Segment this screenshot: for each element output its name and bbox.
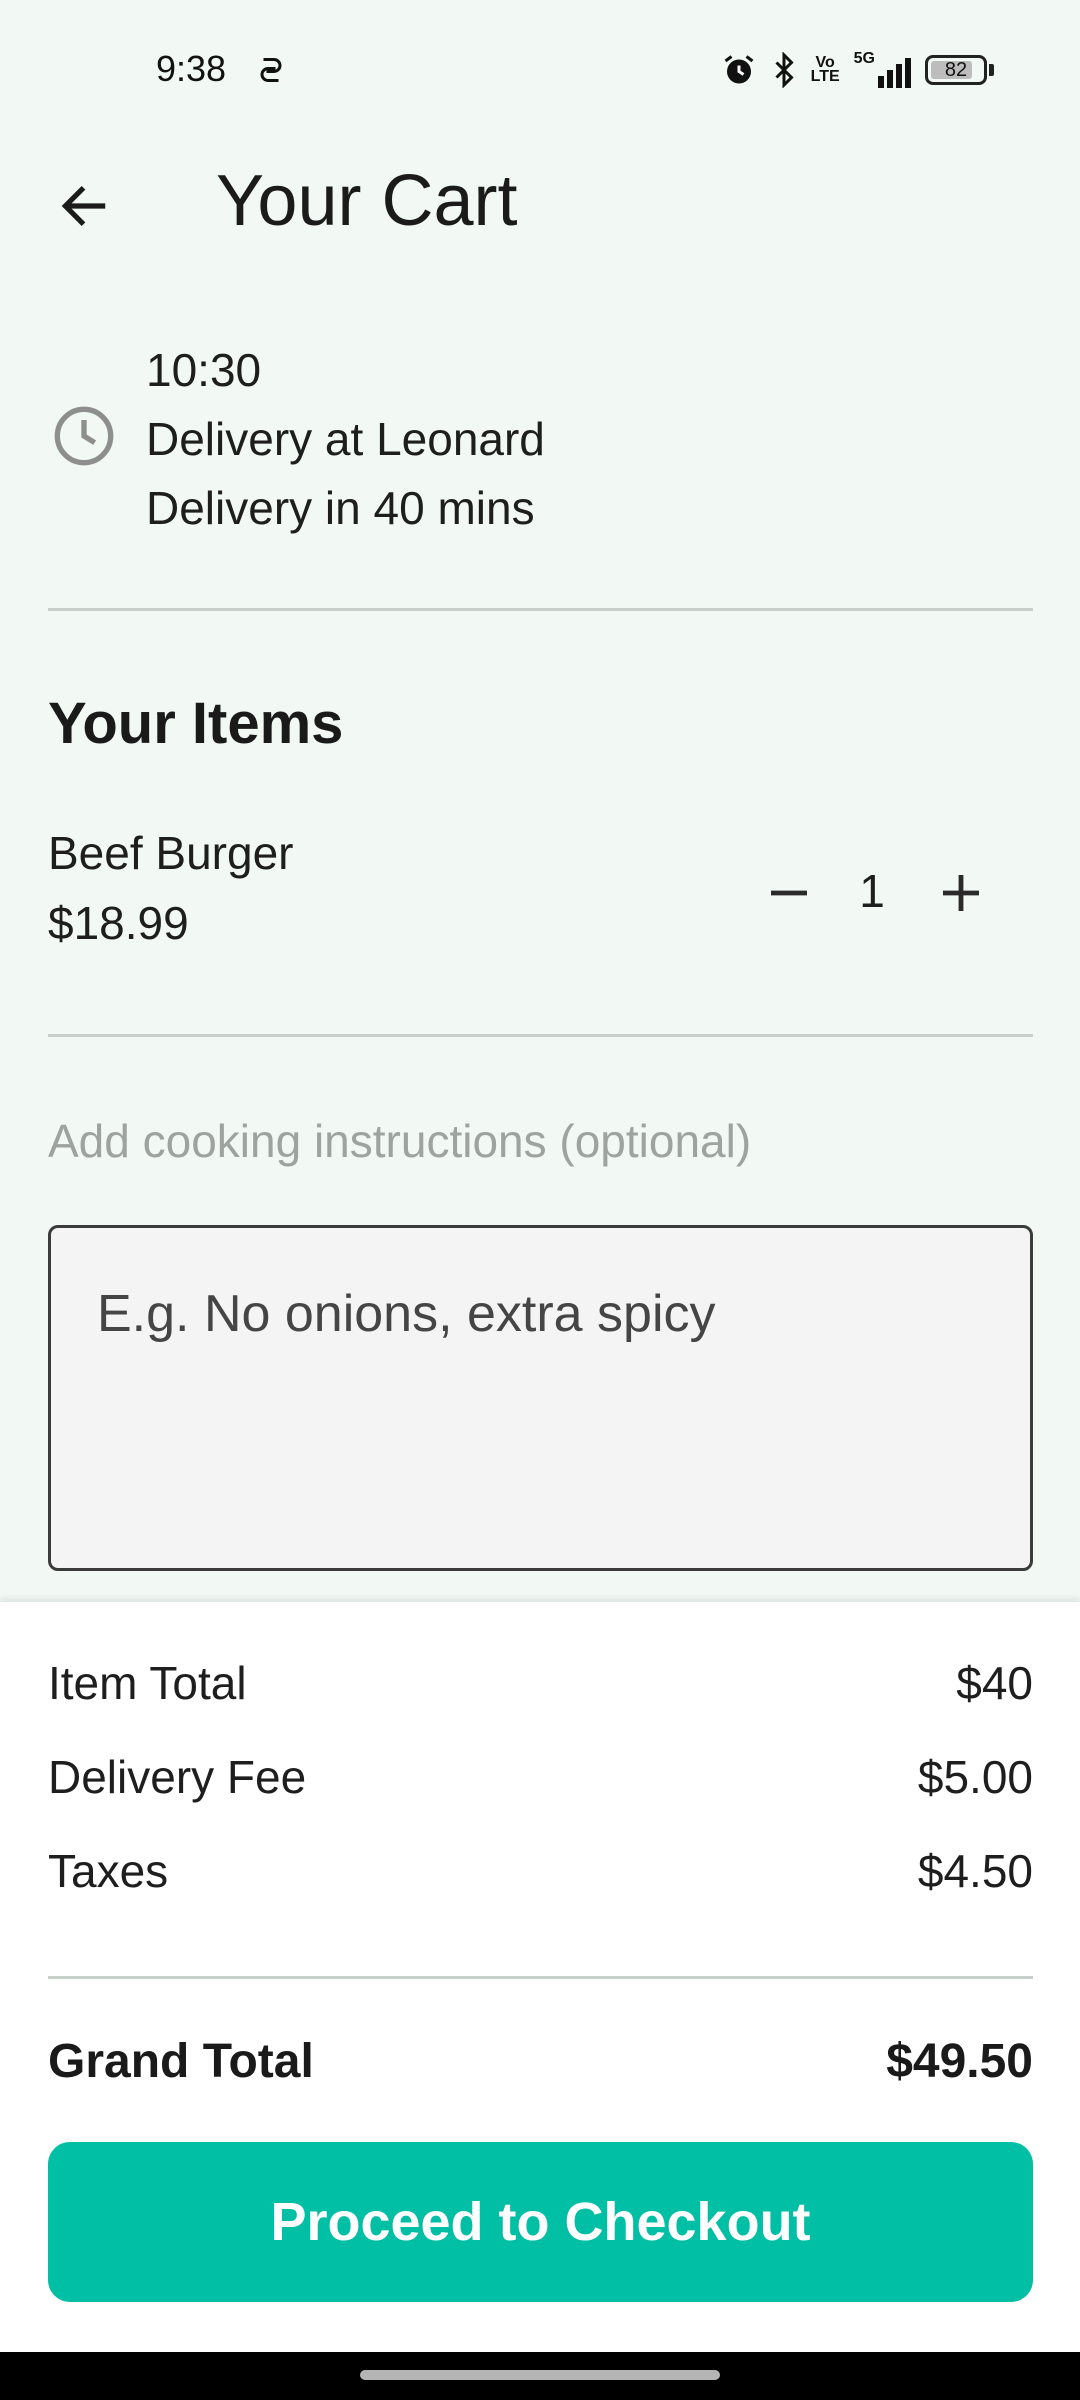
grand-total-row: Grand Total $49.50: [48, 2034, 1033, 2089]
summary-value: $40: [956, 1657, 1033, 1709]
alarm-icon: [724, 55, 754, 84]
plus-icon: [943, 875, 979, 911]
quantity-value: 1: [859, 865, 885, 917]
status-time: 9:38: [156, 48, 227, 89]
summary-label: Item Total: [48, 1657, 247, 1709]
divider: [48, 1034, 1033, 1037]
battery-icon: 82: [925, 55, 987, 85]
delivery-details: 10:30 Delivery at Leonard Delivery in 40…: [146, 336, 545, 543]
delivery-info: 10:30 Delivery at Leonard Delivery in 40…: [0, 330, 1080, 534]
network-type: 5G: [853, 50, 875, 67]
summary-row-delivery-fee: Delivery Fee $5.00: [48, 1750, 1033, 1804]
signal-5g-icon: 5G: [853, 50, 911, 88]
order-summary: Item Total $40 Delivery Fee $5.00 Taxes …: [0, 1602, 1080, 2352]
item-name: Beef Burger: [48, 827, 294, 879]
divider: [48, 1976, 1033, 1979]
app-bar: Your Cart: [0, 140, 1080, 260]
summary-label: Delivery Fee: [48, 1751, 307, 1803]
page-title: Your Cart: [216, 161, 518, 241]
navigation-bar: [0, 2352, 1080, 2400]
status-bar: 9:38 Vo LTE 5G 82: [0, 0, 1080, 140]
increase-quantity-button[interactable]: [924, 856, 998, 930]
proceed-to-checkout-button[interactable]: Proceed to Checkout: [48, 2142, 1033, 2302]
arrow-back-icon: [61, 186, 106, 226]
grand-total-value: $49.50: [886, 2035, 1033, 2088]
battery-cap: [989, 64, 994, 76]
divider: [48, 608, 1033, 611]
delivery-location: Delivery at Leonard: [146, 413, 545, 465]
bluetooth-icon: [775, 52, 794, 88]
battery-level: 82: [944, 58, 968, 81]
delivery-time: 10:30: [146, 344, 262, 396]
status-icons: Vo LTE 5G 82: [721, 50, 994, 90]
summary-row-item-total: Item Total $40: [48, 1656, 1033, 1710]
instructions-label: Add cooking instructions (optional): [48, 1115, 752, 1167]
decrease-quantity-button[interactable]: [752, 856, 826, 930]
summary-label: Taxes: [48, 1845, 169, 1897]
item-price: $18.99: [48, 897, 189, 949]
summary-row-taxes: Taxes $4.50: [48, 1844, 1033, 1898]
minus-icon: [771, 890, 807, 896]
items-heading: Your Items: [48, 691, 344, 756]
cooking-instructions-input[interactable]: [48, 1225, 1033, 1571]
clock-icon: [54, 406, 114, 466]
summary-value: $5.00: [917, 1751, 1033, 1803]
grand-total-label: Grand Total: [48, 2035, 314, 2088]
summary-value: $4.50: [917, 1845, 1033, 1897]
volte-icon: Vo LTE: [810, 54, 840, 85]
back-button[interactable]: [48, 170, 120, 242]
delivery-eta: Delivery in 40 mins: [146, 482, 535, 534]
sync-icon: [260, 58, 282, 82]
home-indicator[interactable]: [360, 2370, 720, 2380]
